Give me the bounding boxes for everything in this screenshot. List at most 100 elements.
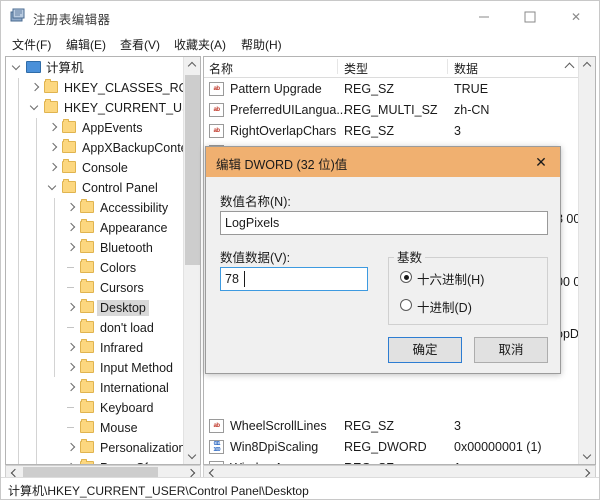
close-button[interactable]: ✕ <box>553 1 599 32</box>
value-data-label: 数值数据(V): <box>220 251 291 265</box>
close-icon: ✕ <box>570 9 582 24</box>
table-row[interactable]: ab WheelScrollLines REG_SZ 3 <box>204 416 577 437</box>
tree-guide-line <box>18 78 19 464</box>
radio-decimal-icon <box>400 299 412 311</box>
chevron-right-icon[interactable] <box>66 382 77 393</box>
folder-icon <box>80 319 94 333</box>
registry-tree[interactable]: 计算机 HKEY_CLASSES_ROOT HKEY_CURRENT_USER App… <box>6 57 200 464</box>
tree-item-hkey-current-user[interactable]: HKEY_CURRENT_USER <box>6 98 200 118</box>
registry-tree-pane[interactable]: 计算机 HKEY_CLASSES_ROOT HKEY_CURRENT_USER App… <box>5 56 201 465</box>
dialog-close-icon: ✕ <box>535 154 547 170</box>
dialog-title-bar: 编辑 DWORD (32 位)值 ✕ <box>206 147 560 177</box>
folder-icon <box>62 119 76 133</box>
table-row[interactable]: ab RightOverlapChars REG_SZ 3 <box>204 121 577 142</box>
tree-scroll-up-icon[interactable] <box>184 57 200 74</box>
minimize-button[interactable] <box>461 1 507 32</box>
tree-item-personalization[interactable]: Personalization <box>6 438 185 458</box>
chevron-right-icon[interactable] <box>66 302 77 313</box>
tree-item-input-method[interactable]: Input Method <box>6 358 184 378</box>
folder-icon <box>80 359 94 373</box>
column-header-name[interactable]: 名称 <box>209 60 233 77</box>
tree-item-appevents[interactable]: AppEvents <box>6 118 184 138</box>
folder-icon <box>80 279 94 293</box>
tree-item-don-t-load[interactable]: don't load <box>6 318 184 338</box>
chevron-down-icon[interactable] <box>30 102 41 113</box>
tree-item-colors[interactable]: Colors <box>6 258 184 278</box>
tree-item-label: Desktop <box>97 300 149 316</box>
list-scroll-up-icon[interactable] <box>579 57 595 74</box>
list-header: 名称 类型 数据 <box>204 57 595 78</box>
tree-item-cursors[interactable]: Cursors <box>6 278 184 298</box>
tree-item-[interactable]: 计算机 <box>6 58 184 78</box>
chevron-right-icon[interactable] <box>66 442 77 453</box>
tree-vertical-scrollbar[interactable] <box>183 57 200 464</box>
cell-type: REG_SZ <box>344 124 395 138</box>
tree-item-hkey-classes-root[interactable]: HKEY_CLASSES_ROOT <box>6 78 200 98</box>
tree-item-mouse[interactable]: Mouse <box>6 418 184 438</box>
title-bar: 注册表编辑器 ✕ <box>1 1 599 33</box>
menu-file[interactable]: 文件(F) <box>8 35 55 54</box>
tree-item-keyboard[interactable]: Keyboard <box>6 398 184 418</box>
radio-hexadecimal-label: 十六进制(H) <box>417 273 485 287</box>
chevron-right-icon[interactable] <box>66 222 77 233</box>
cell-name: PreferredUILangua... <box>230 103 347 117</box>
chevron-right-icon[interactable] <box>66 342 77 353</box>
maximize-button[interactable] <box>507 1 553 32</box>
chevron-right-icon[interactable] <box>66 242 77 253</box>
table-row[interactable]: abWindowArrangeme...REG_SZ1 <box>204 458 577 464</box>
tree-item-label: Input Method <box>100 361 173 375</box>
list-scrollbar-thumb[interactable] <box>580 75 595 375</box>
chevron-right-icon[interactable] <box>30 82 41 93</box>
value-data-input[interactable]: 78 <box>220 267 368 291</box>
table-row[interactable]: 011 100 Win8DpiScaling REG_DWORD 0x00000001 … <box>204 437 577 458</box>
table-row[interactable]: ab PreferredUILangua... REG_MULTI_SZ zh-CN <box>204 100 577 121</box>
tree-item-console[interactable]: Console <box>6 158 184 178</box>
tree-item-international[interactable]: International <box>6 378 184 398</box>
folder-icon <box>80 259 94 273</box>
status-path: 计算机\HKEY_CURRENT_USER\Control Panel\Desk… <box>8 484 309 498</box>
tree-item-powercfg[interactable]: PowerCfg <box>6 458 184 464</box>
tree-item-control-panel[interactable]: Control Panel <box>6 178 184 198</box>
table-row[interactable]: ab Pattern Upgrade REG_SZ TRUE <box>204 79 577 100</box>
value-name-label: 数值名称(N): <box>220 195 291 209</box>
tree-item-label: Console <box>82 161 128 175</box>
tree-connector-line <box>67 327 74 328</box>
chevron-down-icon[interactable] <box>12 62 23 73</box>
folder-icon <box>62 159 76 173</box>
tree-item-accessibility[interactable]: Accessibility <box>6 198 184 218</box>
tree-item-infrared[interactable]: Infrared <box>6 338 184 358</box>
chevron-right-icon[interactable] <box>66 202 77 213</box>
cell-data: 3 <box>454 419 461 433</box>
chevron-right-icon[interactable] <box>48 162 59 173</box>
tree-item-appearance[interactable]: Appearance <box>6 218 184 238</box>
folder-icon <box>80 219 94 233</box>
tree-connector-line <box>67 427 74 428</box>
column-header-data[interactable]: 数据 <box>454 60 478 77</box>
menu-favorites[interactable]: 收藏夹(A) <box>170 35 230 54</box>
chevron-right-icon[interactable] <box>48 122 59 133</box>
tree-item-appxbackupconter[interactable]: AppXBackupConter <box>6 138 192 158</box>
tree-item-label: Bluetooth <box>100 241 153 255</box>
tree-item-desktop[interactable]: Desktop <box>6 298 184 318</box>
menu-edit[interactable]: 编辑(E) <box>62 35 110 54</box>
chevron-right-icon[interactable] <box>66 362 77 373</box>
tree-scroll-down-icon[interactable] <box>184 447 200 464</box>
menu-help[interactable]: 帮助(H) <box>237 35 286 54</box>
menu-view[interactable]: 查看(V) <box>116 35 164 54</box>
chevron-right-icon[interactable] <box>48 142 59 153</box>
tree-scrollbar-thumb[interactable] <box>185 75 200 265</box>
cancel-button[interactable]: 取消 <box>474 337 548 363</box>
folder-icon <box>80 199 94 213</box>
column-header-type[interactable]: 类型 <box>344 60 368 77</box>
registry-editor-window: 注册表编辑器 ✕ 文件(F) 编辑(E) 查看(V) 收藏夹(A) 帮助(H) … <box>0 0 600 500</box>
value-name-input[interactable]: LogPixels <box>220 211 548 235</box>
chevron-down-icon[interactable] <box>48 182 59 193</box>
cell-data: zh-CN <box>454 103 490 117</box>
dialog-close-button[interactable]: ✕ <box>522 147 560 177</box>
ok-button[interactable]: 确定 <box>388 337 462 363</box>
tree-item-bluetooth[interactable]: Bluetooth <box>6 238 184 258</box>
list-scroll-down-icon[interactable] <box>579 447 595 464</box>
list-vertical-scrollbar[interactable] <box>578 57 595 464</box>
tree-connector-line <box>67 287 74 288</box>
tree-item-label: Keyboard <box>100 401 154 415</box>
